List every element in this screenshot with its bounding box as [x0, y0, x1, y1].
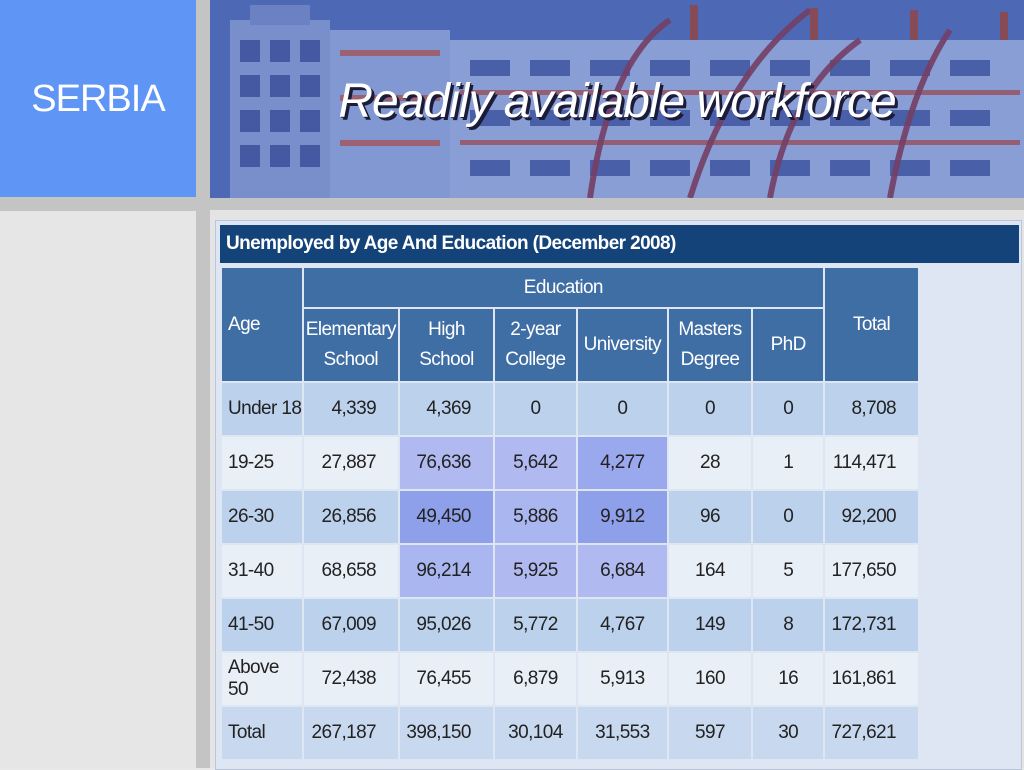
- cell-value: 597: [668, 707, 752, 759]
- cell-value: 16: [753, 653, 824, 705]
- table-row: 31-40 68,658 96,214 5,925 6,684 164 5 17…: [222, 545, 918, 597]
- cell-value: 6,879: [494, 653, 576, 705]
- table-caption: Unemployed by Age And Education (Decembe…: [220, 225, 1019, 263]
- data-table-panel: Unemployed by Age And Education (Decembe…: [215, 220, 1022, 770]
- header-total: Total: [825, 268, 918, 381]
- cell-value: 0: [668, 383, 752, 435]
- divider-vertical: [196, 0, 210, 768]
- table-row-total: Total 267,187 398,150 30,104 31,553 597 …: [222, 707, 918, 759]
- header-phd: PhD: [753, 309, 824, 381]
- cell-value: 0: [753, 491, 824, 543]
- table-row: 19-25 27,887 76,636 5,642 4,277 28 1 114…: [222, 437, 918, 489]
- cell-value: 267,187: [303, 707, 399, 759]
- cell-value: 5,925: [494, 545, 576, 597]
- header-elementary: Elementary School: [303, 309, 399, 381]
- table-row: 26-30 26,856 49,450 5,886 9,912 96 0 92,…: [222, 491, 918, 543]
- cell-total: 92,200: [825, 491, 918, 543]
- header-divider: [210, 198, 1024, 210]
- cell-value: 5,642: [494, 437, 576, 489]
- country-label: SERBIA: [31, 78, 165, 120]
- cell-value: 398,150: [400, 707, 493, 759]
- row-age-label: Above 50: [222, 653, 302, 705]
- cell-value: 4,369: [400, 383, 493, 435]
- cell-value: 5,913: [577, 653, 667, 705]
- header-high-school: High School: [400, 309, 493, 381]
- table-row: Under 18 4,339 4,369 0 0 0 0 8,708: [222, 383, 918, 435]
- row-age-label: Total: [222, 707, 302, 759]
- cell-value: 9,912: [577, 491, 667, 543]
- cell-value: 95,026: [400, 599, 493, 651]
- row-age-label: Under 18: [222, 383, 302, 435]
- cell-total: 8,708: [825, 383, 918, 435]
- cell-value: 76,455: [400, 653, 493, 705]
- slide-title: Readily available workforce: [338, 75, 896, 128]
- cell-value: 26,856: [303, 491, 399, 543]
- cell-value: 4,277: [577, 437, 667, 489]
- header-age: Age: [222, 268, 302, 381]
- header-college: 2-year College: [494, 309, 576, 381]
- cell-value: 96,214: [400, 545, 493, 597]
- row-age-label: 26-30: [222, 491, 302, 543]
- cell-value: 72,438: [303, 653, 399, 705]
- cell-value: 30: [753, 707, 824, 759]
- cell-value: 8: [753, 599, 824, 651]
- cell-value: 5,886: [494, 491, 576, 543]
- country-tab: SERBIA: [0, 0, 196, 197]
- row-age-label: 31-40: [222, 545, 302, 597]
- cell-value: 4,339: [303, 383, 399, 435]
- cell-value: 1: [753, 437, 824, 489]
- cell-total: 727,621: [825, 707, 918, 759]
- cell-value: 67,009: [303, 599, 399, 651]
- cell-value: 96: [668, 491, 752, 543]
- header-masters: Masters Degree: [668, 309, 752, 381]
- cell-value: 6,684: [577, 545, 667, 597]
- header-university: University: [577, 309, 667, 381]
- cell-value: 164: [668, 545, 752, 597]
- table-row: 41-50 67,009 95,026 5,772 4,767 149 8 17…: [222, 599, 918, 651]
- row-age-label: 19-25: [222, 437, 302, 489]
- cell-total: 172,731: [825, 599, 918, 651]
- divider-horizontal: [0, 197, 196, 211]
- cell-value: 31,553: [577, 707, 667, 759]
- table-row: Above 50 72,438 76,455 6,879 5,913 160 1…: [222, 653, 918, 705]
- cell-total: 114,471: [825, 437, 918, 489]
- left-panel: [0, 211, 196, 768]
- cell-value: 68,658: [303, 545, 399, 597]
- unemployment-table: Age Education Total Elementary School Hig…: [220, 266, 920, 761]
- cell-value: 149: [668, 599, 752, 651]
- cell-value: 5: [753, 545, 824, 597]
- cell-value: 4,767: [577, 599, 667, 651]
- cell-value: 0: [494, 383, 576, 435]
- cell-value: 5,772: [494, 599, 576, 651]
- cell-total: 161,861: [825, 653, 918, 705]
- cell-value: 160: [668, 653, 752, 705]
- cell-value: 30,104: [494, 707, 576, 759]
- cell-value: 27,887: [303, 437, 399, 489]
- cell-value: 49,450: [400, 491, 493, 543]
- cell-value: 0: [753, 383, 824, 435]
- cell-value: 28: [668, 437, 752, 489]
- cell-value: 76,636: [400, 437, 493, 489]
- row-age-label: 41-50: [222, 599, 302, 651]
- header-education: Education: [303, 268, 824, 307]
- cell-value: 0: [577, 383, 667, 435]
- cell-total: 177,650: [825, 545, 918, 597]
